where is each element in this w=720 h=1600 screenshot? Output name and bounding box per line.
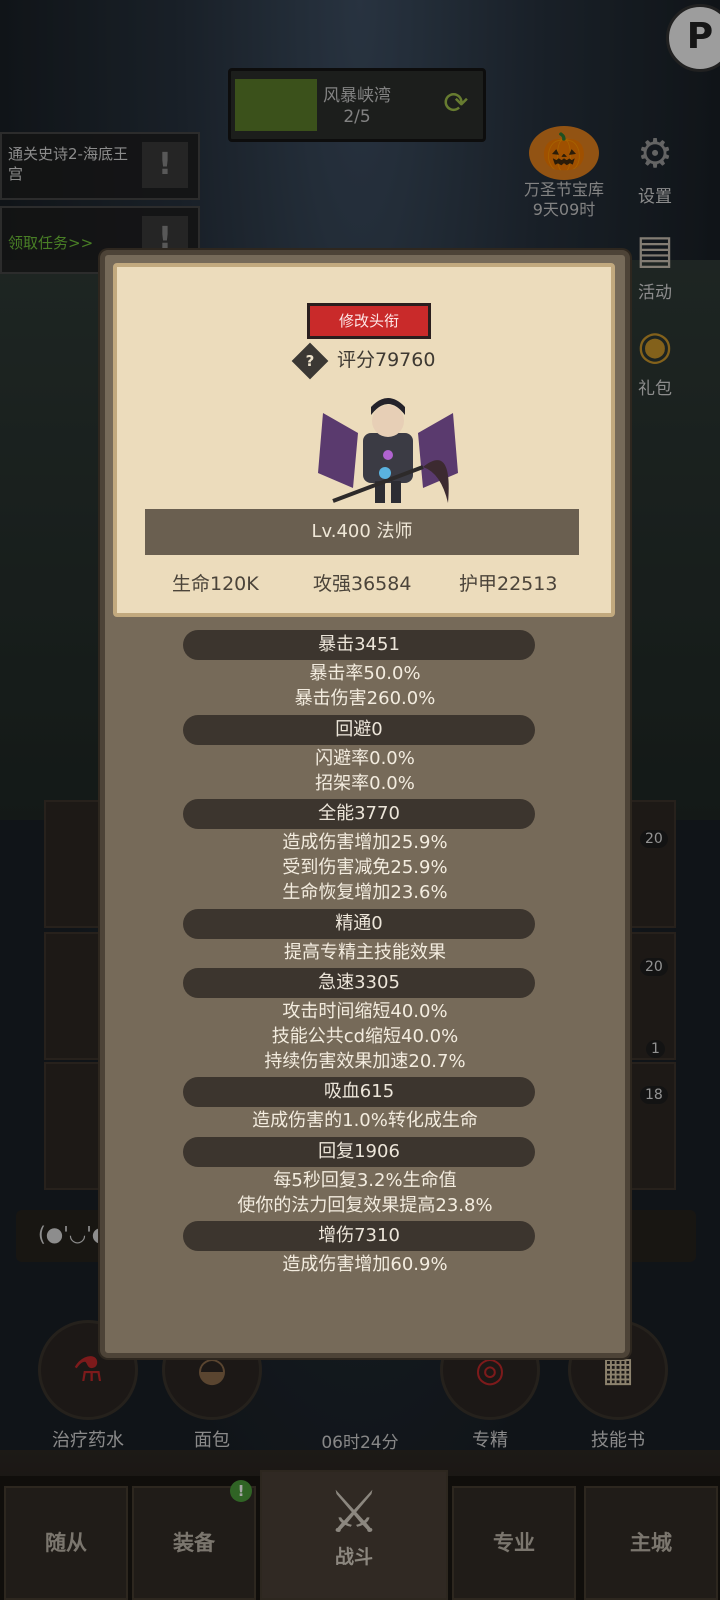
stat-line: 攻击时间缩短40.0% <box>282 1001 448 1022</box>
stat-line: 暴击伤害260.0% <box>294 688 436 709</box>
stat-header-mastery: 精通0 <box>183 909 535 939</box>
armor-stat: 护甲22513 <box>459 573 558 595</box>
stat-line: 造成伤害增加25.9% <box>282 832 448 853</box>
stat-header-regen: 回复1906 <box>183 1137 535 1167</box>
attack-stat: 攻强36584 <box>313 573 412 595</box>
profile-card: 修改头衔 ? 评分79760 Lv.400 法师 生命120K 攻强36584 护… <box>113 263 615 617</box>
stat-line: 使你的法力回复效果提高23.8% <box>237 1195 493 1216</box>
stat-header-avoidance: 回避0 <box>183 715 535 745</box>
edit-title-button[interactable]: 修改头衔 <box>307 303 431 339</box>
stat-header-damage-bonus: 增伤7310 <box>183 1221 535 1251</box>
hp-stat: 生命120K <box>172 573 259 595</box>
stat-header-haste: 急速3305 <box>183 968 535 998</box>
stat-line: 造成伤害的1.0%转化成生命 <box>252 1110 478 1131</box>
stat-line: 技能公共cd缩短40.0% <box>271 1026 459 1047</box>
help-icon[interactable]: ? <box>291 342 329 379</box>
stat-line: 造成伤害增加60.9% <box>282 1254 448 1275</box>
stat-line: 暴击率50.0% <box>309 663 421 684</box>
character-stats-panel: 修改头衔 ? 评分79760 Lv.400 法师 生命120K 攻强36584 护… <box>100 250 630 1358</box>
stat-line: 每5秒回复3.2%生命值 <box>273 1170 457 1191</box>
stat-line: 持续伤害效果加速20.7% <box>264 1051 466 1072</box>
stat-line: 生命恢复增加23.6% <box>282 882 448 903</box>
stat-header-versatility: 全能3770 <box>183 799 535 829</box>
stat-line: 闪避率0.0% <box>315 748 415 769</box>
score-value: 评分79760 <box>337 349 436 371</box>
hero-avatar <box>318 398 458 503</box>
stat-line: 受到伤害减免25.9% <box>282 857 448 878</box>
stat-line: 招架率0.0% <box>315 773 415 794</box>
stat-line: 提高专精主技能效果 <box>284 942 446 963</box>
score-row: ? 评分79760 <box>291 342 436 379</box>
stat-header-crit: 暴击3451 <box>183 630 535 660</box>
level-class-bar: Lv.400 法师 <box>145 509 579 555</box>
stat-header-lifesteal: 吸血615 <box>183 1077 535 1107</box>
